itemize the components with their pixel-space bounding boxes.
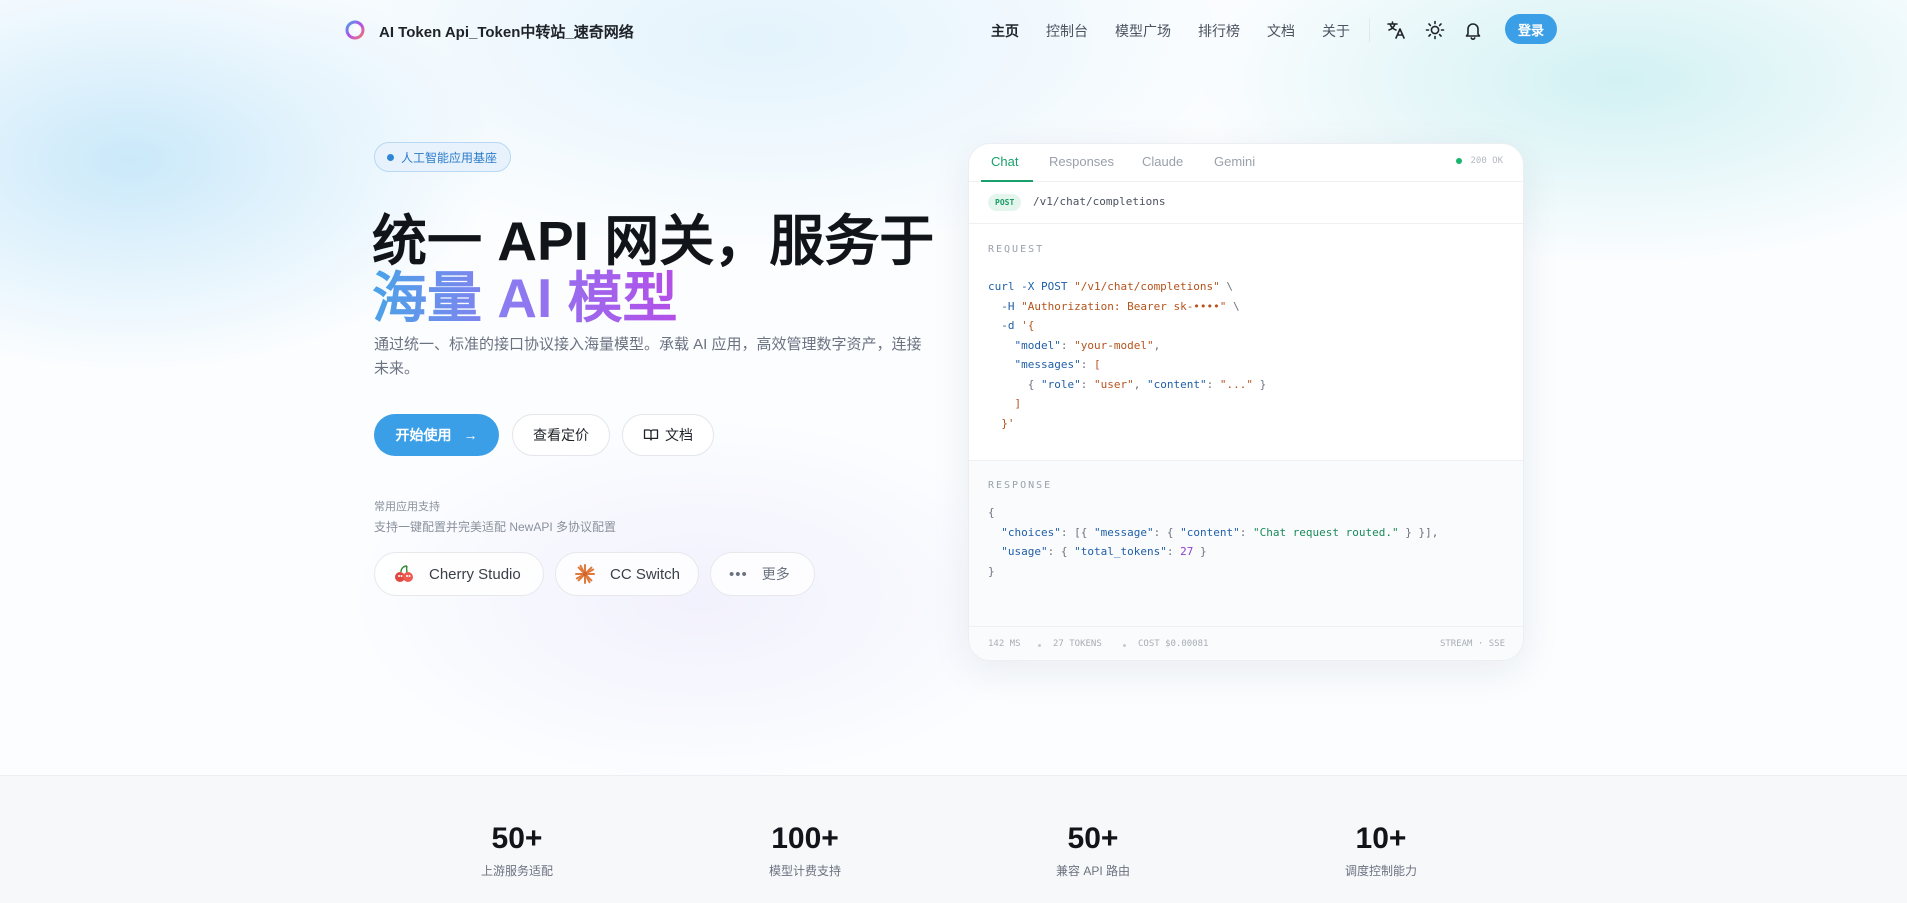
request-line-2: -H "Authorization: Bearer sk-••••" \ [988, 299, 1240, 313]
more-apps-button[interactable]: ••• 更多 [710, 552, 815, 596]
api-code-card: Chat Responses Claude Gemini 200 OK POST… [968, 143, 1524, 661]
brand-logo-icon[interactable] [345, 20, 365, 40]
tab-claude[interactable]: Claude [1142, 154, 1183, 169]
request-line-3: -d '{ [988, 319, 1035, 332]
tokens-text: 27 TOKENS [1053, 639, 1102, 649]
stats-band [0, 775, 1907, 903]
app-label-cherry-studio: Cherry Studio [429, 565, 521, 583]
stat-models: 100+ 模型计费支持 [705, 822, 905, 879]
request-line-4: "model": "your-model", [988, 338, 1161, 352]
card-footer: 142 MS 27 TOKENS COST $0.00081 STREAM · … [969, 626, 1523, 660]
footer-separator-dot [1038, 644, 1041, 647]
response-status: 200 OK [1456, 156, 1503, 166]
stat-routes: 50+ 兼容 API 路由 [993, 822, 1193, 879]
stat-value: 50+ [491, 822, 543, 855]
nav-docs[interactable]: 文档 [1267, 21, 1295, 41]
request-line-5: "messages": [ [988, 358, 1101, 371]
view-pricing-button[interactable]: 查看定价 [512, 414, 610, 456]
bell-icon[interactable] [1462, 19, 1484, 41]
stat-upstream: 50+ 上游服务适配 [417, 822, 617, 879]
nav-leaderboard[interactable]: 排行榜 [1198, 21, 1240, 41]
latency-text: 142 MS [988, 639, 1021, 649]
translate-icon[interactable] [1385, 19, 1407, 41]
apps-subtitle: 支持一键配置并完美适配 NewAPI 多协议配置 [374, 520, 617, 534]
app-chip-cc-switch[interactable]: CC Switch [555, 552, 699, 596]
status-dot-icon [1456, 158, 1463, 164]
nav-model-square[interactable]: 模型广场 [1115, 21, 1171, 41]
request-label: REQUEST [988, 244, 1045, 255]
docs-button[interactable]: 文档 [622, 414, 714, 456]
nav-console[interactable]: 控制台 [1046, 21, 1088, 41]
tab-chat[interactable]: Chat [991, 154, 1018, 169]
hero-background [0, 0, 1907, 775]
nav-links: 主页 控制台 模型广场 排行榜 文档 关于 [991, 21, 1377, 41]
response-label: RESPONSE [988, 480, 1053, 491]
code-tabs: Chat Responses Claude Gemini 200 OK [969, 144, 1523, 182]
endpoint-path: /v1/chat/completions [1033, 195, 1166, 208]
response-line-2: "choices": [{ "message": { "content": "C… [988, 525, 1439, 539]
stat-label: 调度控制能力 [1344, 864, 1417, 878]
view-pricing-label: 查看定价 [533, 427, 589, 443]
request-line-8: }' [988, 416, 1015, 430]
response-line-4: } [988, 564, 995, 578]
stat-scheduling: 10+ 调度控制能力 [1281, 822, 1481, 879]
nav-divider [1369, 18, 1370, 42]
response-line-1: { [988, 506, 995, 519]
nav-about[interactable]: 关于 [1322, 21, 1350, 41]
app-label-cc-switch: CC Switch [610, 565, 681, 583]
tab-gemini[interactable]: Gemini [1214, 154, 1255, 169]
apps-title: 常用应用支持 [374, 501, 440, 513]
badge-label: 人工智能应用基座 [401, 150, 498, 165]
starburst-icon [575, 564, 595, 584]
docs-label: 文档 [665, 427, 693, 443]
stat-value: 10+ [1355, 822, 1407, 855]
sun-icon[interactable] [1424, 19, 1446, 41]
request-line-6: { "role": "user", "content": "..." } [988, 377, 1267, 391]
status-text: 200 OK [1470, 156, 1503, 166]
cost-text: COST $0.00081 [1138, 639, 1209, 649]
response-line-3: "usage": { "total_tokens": 27 } [988, 545, 1207, 558]
request-code-block: curl -X POST "/v1/chat/completions" \ -H… [988, 277, 1266, 433]
endpoint-row: POST /v1/chat/completions [969, 182, 1523, 224]
stat-value: 100+ [771, 822, 839, 855]
site-title[interactable]: AI Token Api_Token中转站_速奇网络 [379, 21, 634, 42]
more-dots-icon: ••• [729, 565, 748, 583]
hero-badge: 人工智能应用基座 [374, 142, 512, 172]
get-started-label: 开始使用 [395, 427, 452, 443]
hero-title-line2: 海量 AI 模型 [372, 253, 678, 333]
http-method-badge: POST [988, 194, 1022, 211]
request-line-1: curl -X POST "/v1/chat/completions" \ [988, 280, 1234, 293]
stat-label: 模型计费支持 [768, 864, 841, 878]
badge-dot-icon [387, 153, 394, 161]
hero-description: 通过统一、标准的接口协议接入海量模型。承载 AI 应用，高效管理数字资产，连接未… [374, 336, 922, 377]
tab-responses[interactable]: Responses [1049, 154, 1114, 169]
stat-label: 兼容 API 路由 [1055, 864, 1130, 878]
footer-separator-dot [1123, 644, 1126, 647]
top-nav: AI Token Api_Token中转站_速奇网络 主页 控制台 模型广场 排… [0, 0, 1907, 60]
get-started-button[interactable]: 开始使用 → [374, 414, 499, 456]
response-code-block: { "choices": [{ "message": { "content": … [988, 503, 1438, 581]
more-apps-label: 更多 [761, 566, 790, 582]
stat-label: 上游服务适配 [480, 864, 553, 878]
request-line-7: ] [988, 397, 1022, 410]
nav-home[interactable]: 主页 [991, 21, 1019, 41]
stat-value: 50+ [1067, 822, 1119, 855]
cherry-icon [395, 565, 413, 582]
book-open-icon [643, 429, 659, 441]
login-button[interactable]: 登录 [1505, 14, 1557, 44]
stream-mode-text: STREAM · SSE [1439, 639, 1505, 649]
arrow-right-icon: → [463, 427, 478, 443]
app-chip-cherry-studio[interactable]: Cherry Studio [374, 552, 544, 596]
